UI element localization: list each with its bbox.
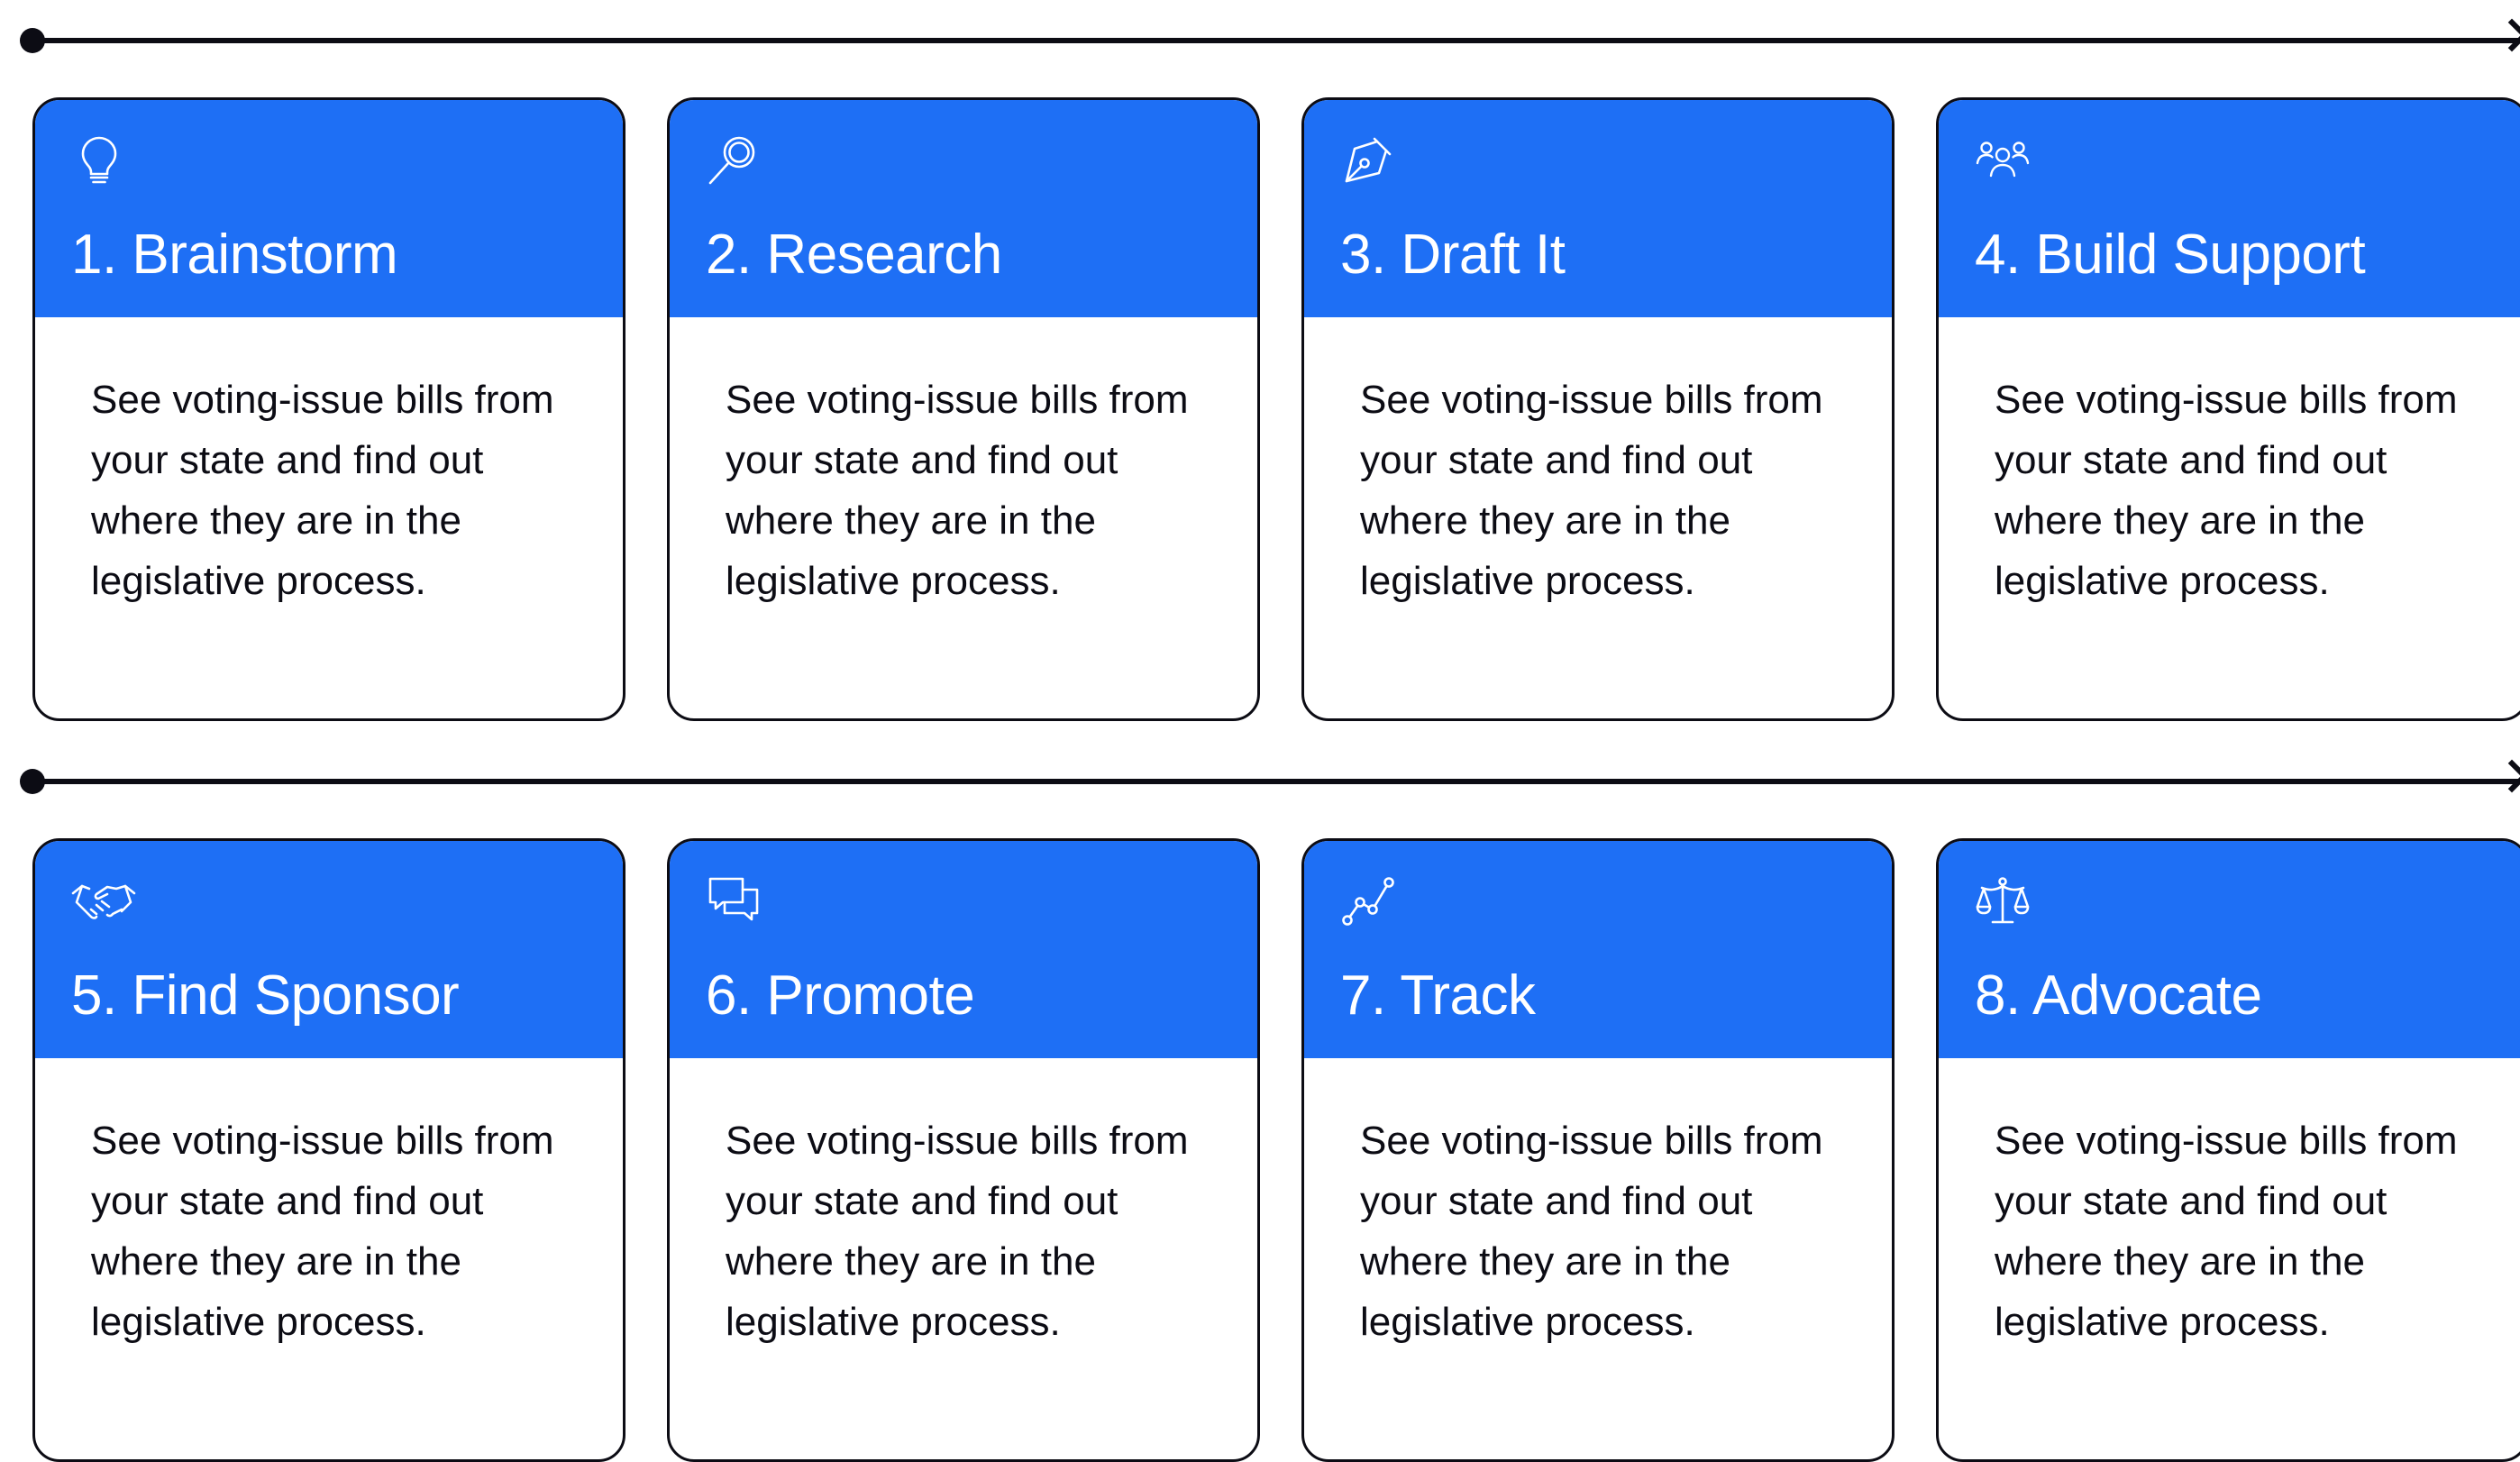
chat-bubbles-icon [706, 873, 762, 929]
timeline-row-1 [20, 18, 2520, 53]
step-card-advocate[interactable]: 8. Advocate See voting-issue bills from … [1936, 838, 2520, 1462]
scales-icon [1975, 873, 2031, 929]
step-card-build-support[interactable]: 4. Build Support See voting-issue bills … [1936, 97, 2520, 721]
step-description: See voting-issue bills from your state a… [1360, 378, 1823, 603]
timeline-arrow-icon [2495, 759, 2520, 793]
timeline-arrow-icon [2495, 18, 2520, 52]
step-title: 1. Brainstorm [71, 224, 398, 286]
step-card-header: 3. Draft It [1304, 100, 1892, 317]
step-title: 2. Research [706, 224, 1002, 286]
timeline-row-2 [20, 759, 2520, 794]
step-description: See voting-issue bills from your state a… [91, 378, 554, 603]
step-card-header: 4. Build Support [1939, 100, 2520, 317]
step-card-promote[interactable]: 6. Promote See voting-issue bills from y… [667, 838, 1260, 1462]
steps-row-1: 1. Brainstorm See voting-issue bills fro… [32, 97, 2520, 721]
step-description: See voting-issue bills from your state a… [1995, 378, 2458, 603]
step-card-header: 8. Advocate [1939, 841, 2520, 1058]
step-card-header: 5. Find Sponsor [35, 841, 623, 1058]
step-card-header: 7. Track [1304, 841, 1892, 1058]
step-card-research[interactable]: 2. Research See voting-issue bills from … [667, 97, 1260, 721]
people-group-icon [1975, 132, 2031, 188]
step-card-header: 2. Research [670, 100, 1257, 317]
line-graph-icon [1340, 873, 1396, 929]
handshake-icon [71, 873, 136, 929]
step-title: 3. Draft It [1340, 224, 1566, 286]
lightbulb-icon [71, 132, 127, 188]
timeline-line [32, 38, 2520, 43]
timeline-line [32, 779, 2520, 784]
step-description: See voting-issue bills from your state a… [726, 1119, 1189, 1344]
step-description: See voting-issue bills from your state a… [1360, 1119, 1823, 1344]
step-card-draft-it[interactable]: 3. Draft It See voting-issue bills from … [1301, 97, 1895, 721]
step-card-brainstorm[interactable]: 1. Brainstorm See voting-issue bills fro… [32, 97, 625, 721]
step-card-header: 1. Brainstorm [35, 100, 623, 317]
pen-nib-icon [1340, 132, 1396, 188]
magnifier-icon [706, 132, 762, 188]
step-title: 5. Find Sponsor [71, 964, 460, 1027]
step-description: See voting-issue bills from your state a… [1995, 1119, 2458, 1344]
step-card-track[interactable]: 7. Track See voting-issue bills from you… [1301, 838, 1895, 1462]
timeline-start-dot [20, 28, 45, 53]
step-title: 6. Promote [706, 964, 975, 1027]
step-title: 7. Track [1340, 964, 1536, 1027]
timeline-start-dot [20, 769, 45, 794]
step-description: See voting-issue bills from your state a… [91, 1119, 554, 1344]
step-card-find-sponsor[interactable]: 5. Find Sponsor See voting-issue bills f… [32, 838, 625, 1462]
steps-row-2: 5. Find Sponsor See voting-issue bills f… [32, 838, 2520, 1462]
step-card-header: 6. Promote [670, 841, 1257, 1058]
step-description: See voting-issue bills from your state a… [726, 378, 1189, 603]
step-title: 8. Advocate [1975, 964, 2262, 1027]
step-title: 4. Build Support [1975, 224, 2366, 286]
